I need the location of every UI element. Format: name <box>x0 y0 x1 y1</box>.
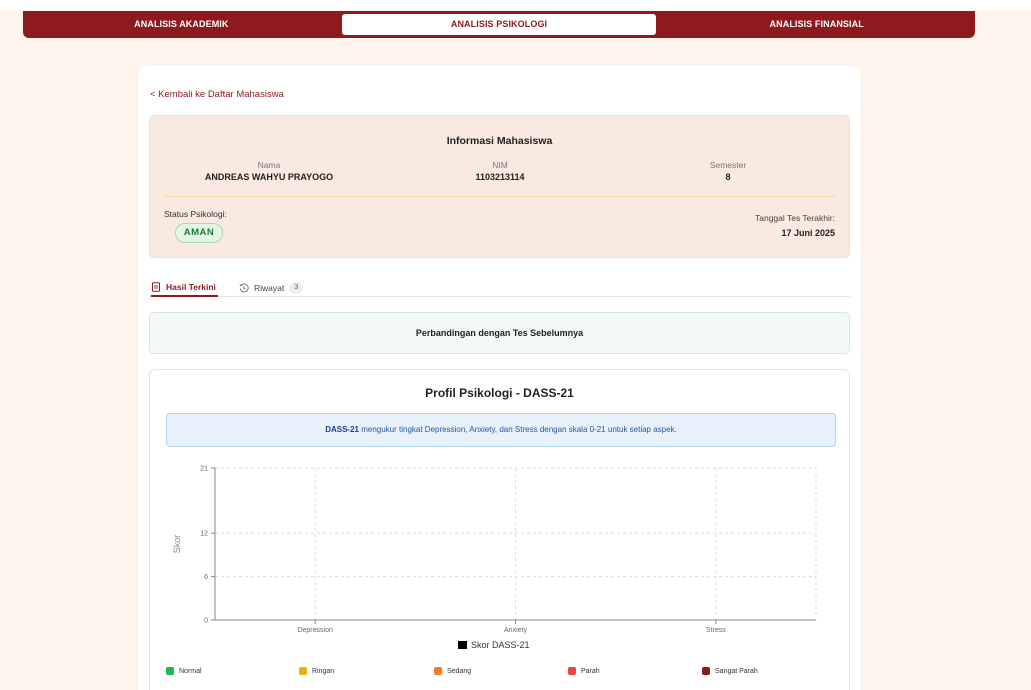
legend-label: Sedang <box>447 667 472 675</box>
legend-item-sangat-parah: Sangat Parah <box>702 667 758 675</box>
legend-swatch <box>166 667 174 675</box>
chart-note-text: mengukur tingkat Depression, Anxiety, da… <box>358 425 677 434</box>
chart-card: Profil Psikologi - DASS-21 DASS-21 mengu… <box>149 369 850 690</box>
series-legend-label: Skor DASS-21 <box>471 640 530 650</box>
semester-value: 8 <box>725 172 731 182</box>
info-title: Informasi Mahasiswa <box>446 135 553 147</box>
tab-riwayat[interactable]: Riwayat 3 <box>239 278 304 297</box>
legend-item-ringan: Ringan <box>299 667 334 675</box>
severity-legend: Normal Ringan Sedang Parah Sangat Parah <box>166 667 836 679</box>
series-legend-swatch <box>458 641 467 649</box>
nim-label: NIM <box>492 160 508 170</box>
legend-item-parah: Parah <box>568 667 600 675</box>
chart-note: DASS-21 mengukur tingkat Depression, Anx… <box>166 413 836 447</box>
semester-label: Semester <box>709 160 747 170</box>
legend-label: Parah <box>581 667 600 675</box>
student-info-box: Informasi Mahasiswa Nama ANDREAS WAHYU P… <box>149 115 850 258</box>
y-tick-label: 0 <box>204 618 208 625</box>
legend-item-normal: Normal <box>166 667 202 675</box>
info-divider <box>164 196 835 197</box>
comparison-section: Perbandingan dengan Tes Sebelumnya <box>149 312 850 354</box>
legend-label: Ringan <box>312 667 335 675</box>
y-tick-label: 6 <box>204 574 208 581</box>
legend-swatch <box>702 667 710 675</box>
legend-swatch <box>434 667 442 675</box>
tab-riwayat-label: Riwayat <box>254 282 285 293</box>
main-nav: ANALISIS AKADEMIK ANALISIS PSIKOLOGI ANA… <box>23 11 975 38</box>
info-nim: NIM 1103213114 <box>400 160 600 182</box>
chart-note-bold: DASS-21 <box>325 425 359 434</box>
nama-label: Nama <box>257 160 281 170</box>
dass21-chart: 0 6 12 21 Depression Anxiety Stress Skor Skor DA… <box>172 466 817 650</box>
document-icon <box>152 281 160 292</box>
legend-swatch <box>299 667 307 675</box>
history-icon <box>239 283 249 292</box>
main-card: < Kembali ke Daftar Mahasiswa Informasi … <box>138 66 861 690</box>
x-tick-label: Depression <box>297 627 333 634</box>
legend-item-sedang: Sedang <box>434 667 471 675</box>
info-semester: Semester 8 <box>628 160 828 182</box>
top-strip <box>0 0 1031 10</box>
legend-label: Sangat Parah <box>715 667 758 675</box>
back-link[interactable]: < Kembali ke Daftar Mahasiswa <box>150 89 284 100</box>
nav-analisis-finansial[interactable]: ANALISIS FINANSIAL <box>659 14 974 35</box>
x-tick-label: Stress <box>706 627 726 634</box>
nim-value: 1103213114 <box>475 172 525 182</box>
test-date-label: Tanggal Tes Terakhir: <box>754 213 835 223</box>
tab-hasil-terkini[interactable]: Hasil Terkini <box>151 278 218 297</box>
legend-swatch <box>568 667 576 675</box>
nav-analisis-akademik[interactable]: ANALISIS AKADEMIK <box>24 14 339 35</box>
chart-title: Profil Psikologi - DASS-21 <box>425 386 574 400</box>
nama-value: ANDREAS WAHYU PRAYOGO <box>204 172 334 182</box>
y-tick-label: 12 <box>200 531 208 538</box>
tab-hasil-terkini-label: Hasil Terkini <box>166 281 216 292</box>
y-tick-label: 21 <box>200 466 208 473</box>
riwayat-count-badge: 3 <box>289 281 304 294</box>
status-label: Status Psikologi: <box>164 209 227 219</box>
test-date-value: 17 Juni 2025 <box>781 228 835 238</box>
result-tabs: Hasil Terkini Riwayat 3 <box>149 273 850 297</box>
x-tick-label: Anxiety <box>504 627 527 634</box>
y-axis-label: Skor <box>172 535 182 554</box>
status-badge: AMAN <box>175 223 223 243</box>
info-nama: Nama ANDREAS WAHYU PRAYOGO <box>169 160 369 182</box>
legend-label: Normal <box>179 667 202 675</box>
nav-analisis-psikologi[interactable]: ANALISIS PSIKOLOGI <box>341 14 657 35</box>
